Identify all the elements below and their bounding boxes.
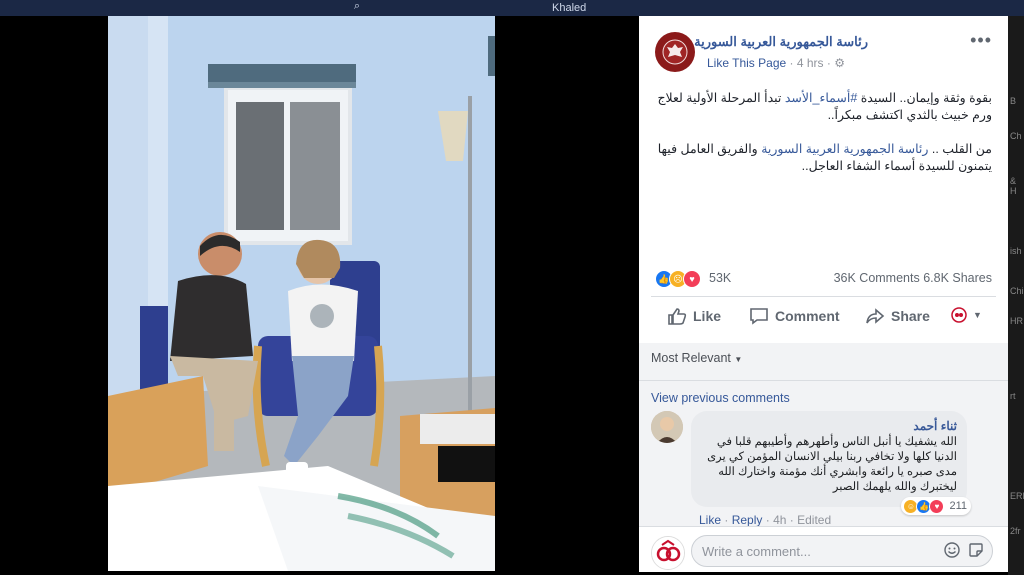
post-text-segment: من القلب .. <box>928 142 992 156</box>
comment-actions-separator: · <box>724 513 732 527</box>
more-options-icon[interactable]: ••• <box>970 30 992 51</box>
caret-down-icon: ▼ <box>734 355 743 364</box>
comment-button[interactable]: Comment <box>749 307 840 325</box>
comment-sort-label: Most Relevant <box>651 351 731 365</box>
divider <box>651 296 996 297</box>
post-text: بقوة وثقة وإيمان.. السيدة #أسماء_الأسد ت… <box>655 90 992 192</box>
comment-actions: Like · Reply · 4h · Edited <box>699 513 831 527</box>
page-avatar[interactable] <box>655 32 695 72</box>
comment-author-link[interactable]: ثناء أحمد <box>913 419 957 433</box>
post-meta: Like This Page · 4 hrs · ⚙ <box>707 56 845 70</box>
hospital-room-photo <box>108 16 495 571</box>
comment-reactions[interactable]: ☺ 👍 ♥ 211 <box>901 497 971 515</box>
comment-actions-separator: · <box>765 513 774 527</box>
page-logo-small-icon <box>951 307 967 323</box>
comments-shares-count[interactable]: 36K Comments 6.8K Shares <box>834 271 992 285</box>
eagle-emblem-icon <box>662 39 688 65</box>
thumbs-up-icon <box>668 308 687 325</box>
top-bar <box>0 0 1024 16</box>
post-photo[interactable] <box>108 16 495 571</box>
comment-input-icons <box>944 542 984 558</box>
left-backdrop <box>0 16 108 575</box>
sticker-icon[interactable] <box>968 542 984 558</box>
page-logo-avatar-icon <box>652 537 684 569</box>
page-mention-link[interactable]: رئاسة الجمهورية العربية السورية <box>761 142 928 156</box>
audience-gear-icon[interactable]: ⚙ <box>834 56 845 70</box>
comment-input[interactable]: Write a comment... <box>691 535 993 567</box>
post-text-segment: بقوة وثقة وإيمان.. السيدة <box>857 91 992 105</box>
share-button[interactable]: Share <box>865 307 930 325</box>
right-strip-text: ERR <box>1010 491 1024 501</box>
love-reaction-icon: ♥ <box>683 270 701 288</box>
search-icon[interactable]: ⌕ <box>300 0 360 14</box>
right-strip-text: HR <box>1010 316 1023 326</box>
reactions-summary: 👍 ☹ ♥ 53K 36K Comments 6.8K Shares <box>655 268 992 288</box>
share-as-page-selector[interactable]: ▼ <box>951 307 982 323</box>
reaction-count[interactable]: 53K <box>709 271 731 285</box>
post-time[interactable]: 4 hrs <box>797 56 824 70</box>
comment-like-link[interactable]: Like <box>699 513 721 527</box>
post-actions: Like Comment Share ▼ <box>651 301 996 333</box>
commenter-avatar-image <box>651 411 683 443</box>
reaction-icons[interactable]: 👍 ☹ ♥ <box>655 270 701 288</box>
comment-time[interactable]: 4h <box>773 513 786 527</box>
comment-bubble: ثناء أحمد الله يشفيك يا أنبل الناس وأطهر… <box>691 411 971 515</box>
right-strip-text: B <box>1010 96 1017 106</box>
write-comment-area: Write a comment... <box>639 526 1008 572</box>
right-strip-text: 2fr <box>1010 526 1021 536</box>
right-strip-text: ish <box>1010 246 1022 256</box>
page-name-link[interactable]: رئاسة الجمهورية العربية السورية <box>694 34 868 50</box>
right-strip-text: Chi <box>1010 286 1024 296</box>
post-paragraph: من القلب .. رئاسة الجمهورية العربية السو… <box>655 141 992 175</box>
top-bar-user-name[interactable]: Khaled <box>552 2 586 14</box>
right-strip-text: & H <box>1010 176 1017 196</box>
right-strip-text: Ch <box>1010 131 1022 141</box>
like-label: Like <box>693 308 722 324</box>
right-strip-text: rt <box>1010 391 1016 401</box>
comment-reaction-count: 211 <box>949 500 967 512</box>
comment-reply-link[interactable]: Reply <box>732 513 763 527</box>
comment-input-placeholder: Write a comment... <box>702 544 811 559</box>
like-button[interactable]: Like <box>667 307 721 325</box>
comment-icon <box>750 308 768 325</box>
emoji-icon[interactable] <box>944 542 960 558</box>
comment-sort-dropdown[interactable]: Most Relevant ▼ <box>651 351 742 365</box>
comment-label: Comment <box>775 308 840 324</box>
chevron-down-icon: ▼ <box>973 310 982 320</box>
love-reaction-icon: ♥ <box>929 498 945 514</box>
like-page-link[interactable]: Like This Page <box>707 56 786 70</box>
right-backdrop: B Ch & H ish Chi HR rt ERR 2fr <box>1008 16 1024 575</box>
comment-text: الله يشفيك يا أنبل الناس وأطهرهم وأطيبهم… <box>707 436 957 493</box>
share-label: Share <box>891 308 930 324</box>
share-icon <box>866 308 885 324</box>
divider <box>639 380 1008 381</box>
hashtag-link[interactable]: #أسماء_الأسد <box>785 91 857 105</box>
comment-edited-label[interactable]: Edited <box>797 513 831 527</box>
post-panel: رئاسة الجمهورية العربية السورية ••• Like… <box>639 16 1008 572</box>
post-paragraph: بقوة وثقة وإيمان.. السيدة #أسماء_الأسد ت… <box>655 90 992 124</box>
meta-separator: · <box>789 56 797 70</box>
current-page-avatar[interactable] <box>651 536 685 570</box>
view-previous-comments-link[interactable]: View previous comments <box>651 391 790 405</box>
commenter-avatar[interactable] <box>651 411 683 443</box>
